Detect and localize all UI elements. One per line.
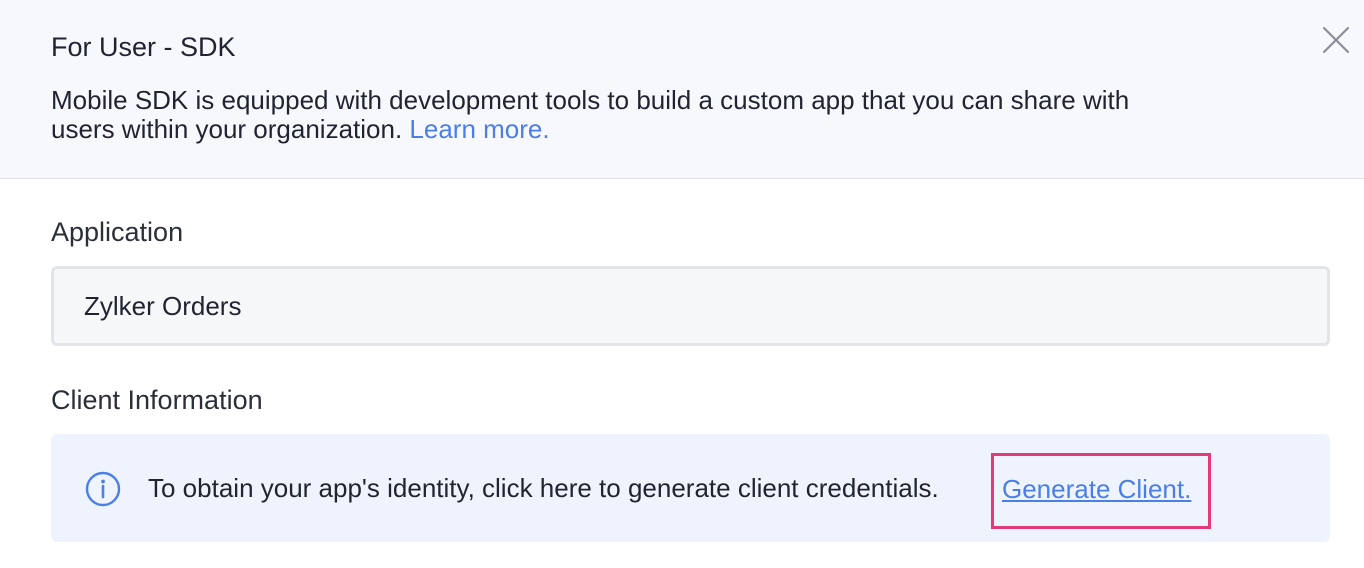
application-field[interactable] [51,266,1330,346]
dialog-header: For User - SDK Mobile SDK is equipped wi… [0,0,1364,179]
client-info-banner: To obtain your app's identity, click her… [51,434,1330,542]
learn-more-link[interactable]: Learn more. [409,114,549,144]
client-information-label: Client Information [51,385,263,415]
dialog-title: For User - SDK [51,32,236,62]
application-label: Application [51,217,184,247]
info-icon [85,471,121,507]
close-button[interactable] [1318,22,1354,58]
dialog-description: Mobile SDK is equipped with development … [51,86,1171,144]
sdk-dialog: For User - SDK Mobile SDK is equipped wi… [0,0,1364,568]
close-icon [1322,26,1350,54]
client-info-message: To obtain your app's identity, click her… [148,473,939,503]
generate-client-link[interactable]: Generate Client. [991,453,1211,529]
description-text: Mobile SDK is equipped with development … [51,85,1130,144]
